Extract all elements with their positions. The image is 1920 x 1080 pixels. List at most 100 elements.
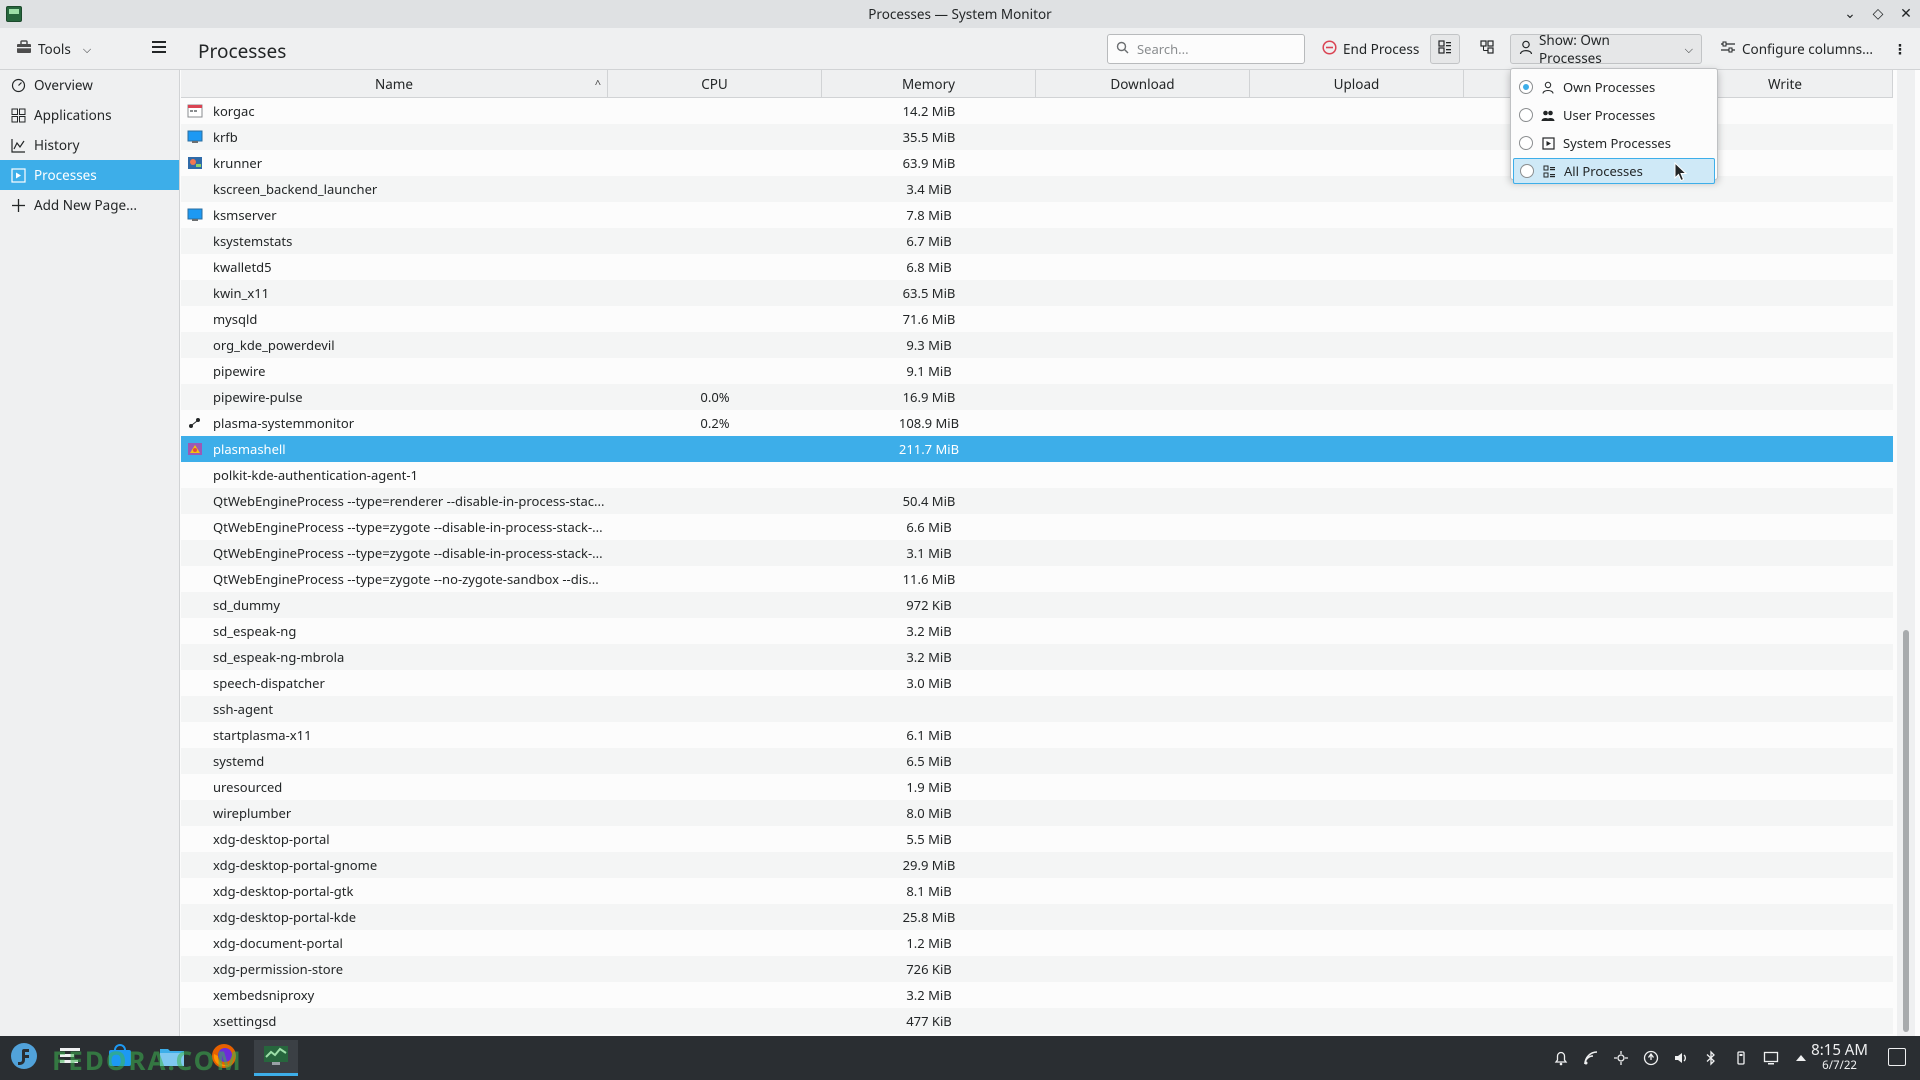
- list-view-button[interactable]: [1430, 34, 1460, 64]
- minimize-button[interactable]: ⌄: [1842, 4, 1858, 23]
- taskbar-firefox[interactable]: [202, 1040, 246, 1076]
- process-name-cell: polkit-kde-authentication-agent-1: [181, 462, 608, 488]
- up-cell: [1250, 254, 1464, 280]
- table-row[interactable]: sd_espeak-ng-mbrola 3.2 MiB: [181, 644, 1893, 670]
- bluetooth-icon[interactable]: [1702, 1049, 1720, 1067]
- sidebar-item-overview[interactable]: Overview: [0, 70, 179, 100]
- taskbar-discover[interactable]: [98, 1040, 142, 1076]
- taskbar-task-manager[interactable]: [48, 1040, 92, 1076]
- process-table[interactable]: Name^CPUMemoryDownloadUploadReadWrite ko…: [181, 70, 1893, 1036]
- table-row[interactable]: speech-dispatcher 3.0 MiB: [181, 670, 1893, 696]
- display-icon[interactable]: [1762, 1049, 1780, 1067]
- title-bar: Processes — System Monitor ⌄ ◇ ✕: [0, 0, 1920, 28]
- table-row[interactable]: kwin_x11 63.5 MiB: [181, 280, 1893, 306]
- column-header-download[interactable]: Download: [1036, 70, 1250, 98]
- search-input[interactable]: [1135, 39, 1295, 59]
- up-cell: [1250, 982, 1464, 1008]
- table-row[interactable]: uresourced 1.9 MiB: [181, 774, 1893, 800]
- tree-view-button[interactable]: [1473, 34, 1501, 64]
- table-row[interactable]: ksmserver 7.8 MiB: [181, 202, 1893, 228]
- blank-icon: [187, 285, 203, 301]
- table-row[interactable]: QtWebEngineProcess --type=renderer --dis…: [181, 488, 1893, 514]
- table-row[interactable]: systemd 6.5 MiB: [181, 748, 1893, 774]
- radio-button[interactable]: [1520, 164, 1534, 178]
- usb-storage-icon[interactable]: [1732, 1049, 1750, 1067]
- table-row[interactable]: kwalletd5 6.8 MiB: [181, 254, 1893, 280]
- table-row[interactable]: xdg-desktop-portal-kde 25.8 MiB: [181, 904, 1893, 930]
- tray-expand-icon[interactable]: [1792, 1049, 1810, 1067]
- read-cell: [1464, 826, 1678, 852]
- radio-button[interactable]: [1519, 108, 1533, 122]
- radio-button[interactable]: [1519, 80, 1533, 94]
- column-header-cpu[interactable]: CPU: [608, 70, 822, 98]
- hamburger-menu-button[interactable]: [144, 34, 174, 64]
- table-row[interactable]: xsettingsd 477 KiB: [181, 1008, 1893, 1034]
- table-row[interactable]: QtWebEngineProcess --type=zygote --disab…: [181, 514, 1893, 540]
- search-field[interactable]: [1107, 34, 1305, 64]
- menu-item-system-processes[interactable]: System Processes: [1513, 130, 1715, 156]
- process-name-cell: mysqld: [181, 306, 608, 332]
- more-options-button[interactable]: ⋮: [1888, 34, 1912, 64]
- network-icon[interactable]: [1582, 1049, 1600, 1067]
- cpu-cell: [608, 124, 822, 150]
- taskbar-system-monitor[interactable]: [254, 1040, 298, 1076]
- sidebar-item-processes[interactable]: Processes: [0, 160, 179, 190]
- digital-clock[interactable]: 8:15 AM 6/7/22: [1811, 1042, 1868, 1074]
- application-launcher-button[interactable]: [2, 1040, 46, 1076]
- tools-menu-button[interactable]: Tools ⌵: [8, 34, 99, 64]
- table-row[interactable]: plasmashell 211.7 MiB: [181, 436, 1893, 462]
- sidebar-item-applications[interactable]: Applications: [0, 100, 179, 130]
- table-row[interactable]: QtWebEngineProcess --type=zygote --disab…: [181, 540, 1893, 566]
- updates-icon[interactable]: [1642, 1049, 1660, 1067]
- column-header-memory[interactable]: Memory: [822, 70, 1036, 98]
- table-row[interactable]: sd_dummy 972 KiB: [181, 592, 1893, 618]
- table-row[interactable]: org_kde_powerdevil 9.3 MiB: [181, 332, 1893, 358]
- table-row[interactable]: xdg-desktop-portal-gnome 29.9 MiB: [181, 852, 1893, 878]
- fedora-logo-icon: [10, 1042, 38, 1074]
- table-row[interactable]: QtWebEngineProcess --type=zygote --no-zy…: [181, 566, 1893, 592]
- table-row[interactable]: xembedsniproxy 3.2 MiB: [181, 982, 1893, 1008]
- cpu-cell: [608, 982, 822, 1008]
- column-header-name[interactable]: Name ^: [181, 70, 608, 98]
- volume-icon[interactable]: [1672, 1049, 1690, 1067]
- table-row[interactable]: xdg-desktop-portal-gtk 8.1 MiB: [181, 878, 1893, 904]
- down-cell: [1036, 618, 1250, 644]
- table-row[interactable]: pipewire-pulse 0.0% 16.9 MiB: [181, 384, 1893, 410]
- table-row[interactable]: plasma-systemmonitor 0.2% 108.9 MiB: [181, 410, 1893, 436]
- sidebar-item-history[interactable]: History: [0, 130, 179, 160]
- blank-icon: [187, 363, 203, 379]
- table-row[interactable]: xdg-permission-store 726 KiB: [181, 956, 1893, 982]
- read-cell: [1464, 982, 1678, 1008]
- up-cell: [1250, 488, 1464, 514]
- kde-connect-icon[interactable]: [1612, 1049, 1630, 1067]
- memory-cell: 3.2 MiB: [906, 986, 952, 1004]
- monitor-icon: [187, 207, 203, 223]
- menu-item-user-processes[interactable]: User Processes: [1513, 102, 1715, 128]
- vertical-scrollbar[interactable]: [1897, 70, 1915, 1036]
- column-header-upload[interactable]: Upload: [1250, 70, 1464, 98]
- table-row[interactable]: mysqld 71.6 MiB: [181, 306, 1893, 332]
- taskbar-file-manager[interactable]: [150, 1040, 194, 1076]
- sidebar-item-add-new-page[interactable]: Add New Page...: [0, 190, 179, 220]
- table-row[interactable]: startplasma-x11 6.1 MiB: [181, 722, 1893, 748]
- memory-cell: 71.6 MiB: [902, 310, 956, 328]
- maximize-button[interactable]: ◇: [1870, 4, 1886, 23]
- scrollbar-thumb[interactable]: [1903, 630, 1909, 1032]
- table-row[interactable]: sd_espeak-ng 3.2 MiB: [181, 618, 1893, 644]
- notifications-icon[interactable]: [1552, 1049, 1570, 1067]
- table-row[interactable]: xdg-document-portal 1.2 MiB: [181, 930, 1893, 956]
- close-button[interactable]: ✕: [1898, 4, 1914, 23]
- menu-item-own-processes[interactable]: Own Processes: [1513, 74, 1715, 100]
- table-row[interactable]: pipewire 9.1 MiB: [181, 358, 1893, 384]
- table-row[interactable]: wireplumber 8.0 MiB: [181, 800, 1893, 826]
- table-row[interactable]: ksystemstats 6.7 MiB: [181, 228, 1893, 254]
- radio-button[interactable]: [1519, 136, 1533, 150]
- show-desktop-button[interactable]: [1888, 1048, 1906, 1066]
- table-row[interactable]: ssh-agent: [181, 696, 1893, 722]
- show-processes-dropdown[interactable]: Show: Own Processes ⌵: [1510, 31, 1702, 67]
- user-icon: [1541, 80, 1555, 94]
- table-row[interactable]: polkit-kde-authentication-agent-1: [181, 462, 1893, 488]
- end-process-button[interactable]: End Process: [1314, 34, 1427, 64]
- configure-columns-button[interactable]: Configure columns...: [1712, 34, 1881, 64]
- table-row[interactable]: xdg-desktop-portal 5.5 MiB: [181, 826, 1893, 852]
